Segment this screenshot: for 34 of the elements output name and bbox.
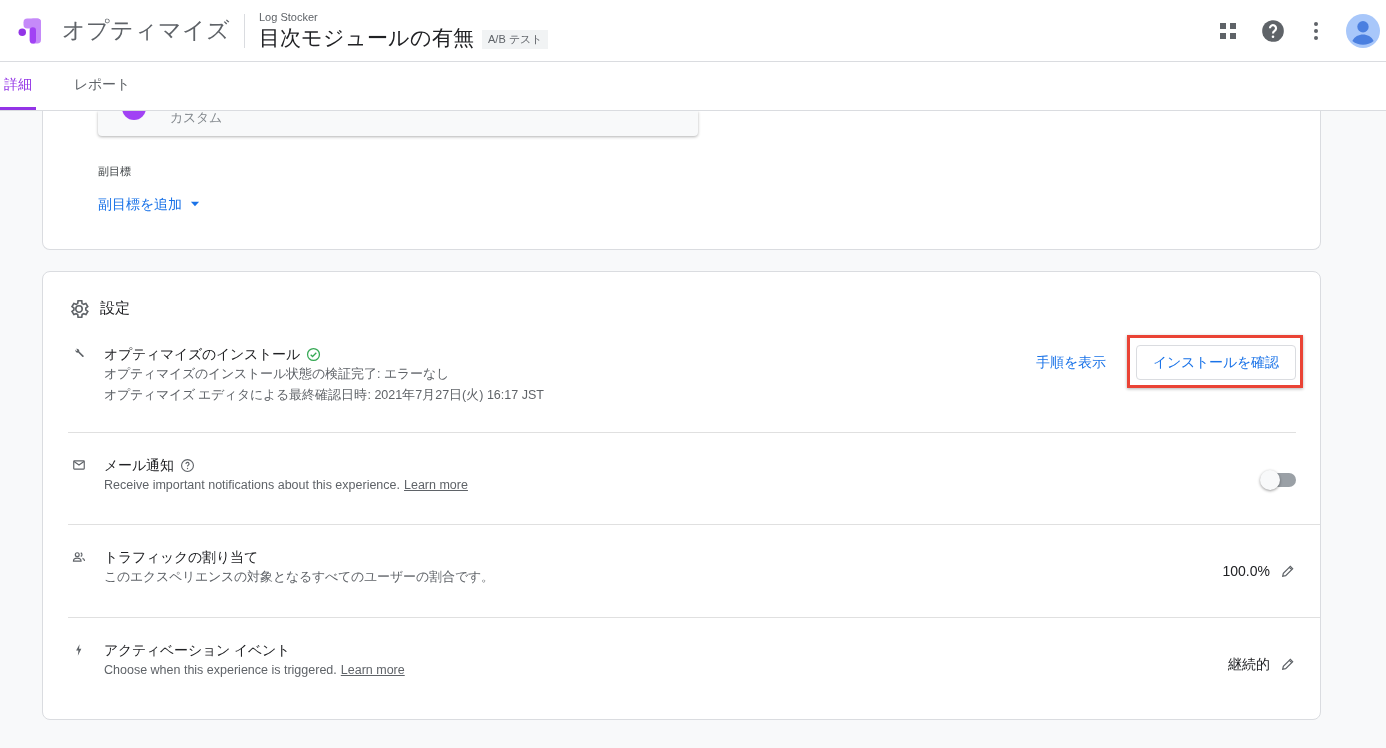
- install-status-text: オプティマイズ エディタによる最終確認日時: 2021年7月27日(火) 16:17 JST: [104, 387, 545, 404]
- edit-pencil-icon[interactable]: [1280, 656, 1296, 672]
- settings-title: 設定: [100, 298, 130, 319]
- setting-value: 継続的: [1228, 654, 1270, 674]
- people-icon: [72, 550, 86, 564]
- product-name: オプティマイズ: [62, 16, 230, 46]
- setting-title: メール通知: [104, 456, 174, 475]
- setting-description: Receive important notifications about this experience.: [104, 477, 400, 494]
- learn-more-link[interactable]: Learn more: [340, 660, 405, 680]
- setting-title: トラフィックの割り当て: [104, 548, 258, 567]
- secondary-objectives-label: 副目標: [98, 164, 131, 179]
- add-secondary-objective-link[interactable]: 副目標を追加: [98, 193, 202, 215]
- experiment-title: 目次モジュールの有無: [259, 24, 474, 51]
- settings-icon: [68, 297, 90, 320]
- help-icon[interactable]: [1260, 17, 1286, 44]
- learn-more-link[interactable]: Learn more: [404, 475, 468, 495]
- setting-description: このエクスペリエンスの対象となるすべてのユーザーの割合です。: [104, 569, 494, 586]
- edit-pencil-icon[interactable]: [1280, 563, 1296, 579]
- account-avatar-icon[interactable]: [1346, 13, 1380, 48]
- check-installation-button[interactable]: インストールを確認: [1136, 345, 1296, 380]
- mail-icon: [72, 458, 86, 472]
- account-name: Log Stocker: [259, 9, 319, 24]
- tab[interactable]: 詳細: [0, 62, 36, 110]
- email-toggle[interactable]: [1260, 469, 1296, 490]
- setting-title: オプティマイズのインストール: [104, 345, 300, 364]
- show-instructions-link[interactable]: 手順を表示: [1036, 352, 1106, 373]
- experiment-type-badge: A/B テスト: [482, 30, 548, 49]
- setting-title: アクティベーション イベント: [104, 641, 290, 660]
- tab[interactable]: レポート: [54, 62, 150, 110]
- help-icon[interactable]: [180, 457, 195, 473]
- setting-value: 100.0%: [1222, 561, 1270, 581]
- setting-description: Choose when this experience is triggered.: [104, 662, 337, 679]
- objective-type: カスタム: [170, 111, 222, 127]
- install-status-text: オプティマイズのインストール状態の検証完了: エラーなし: [104, 366, 450, 383]
